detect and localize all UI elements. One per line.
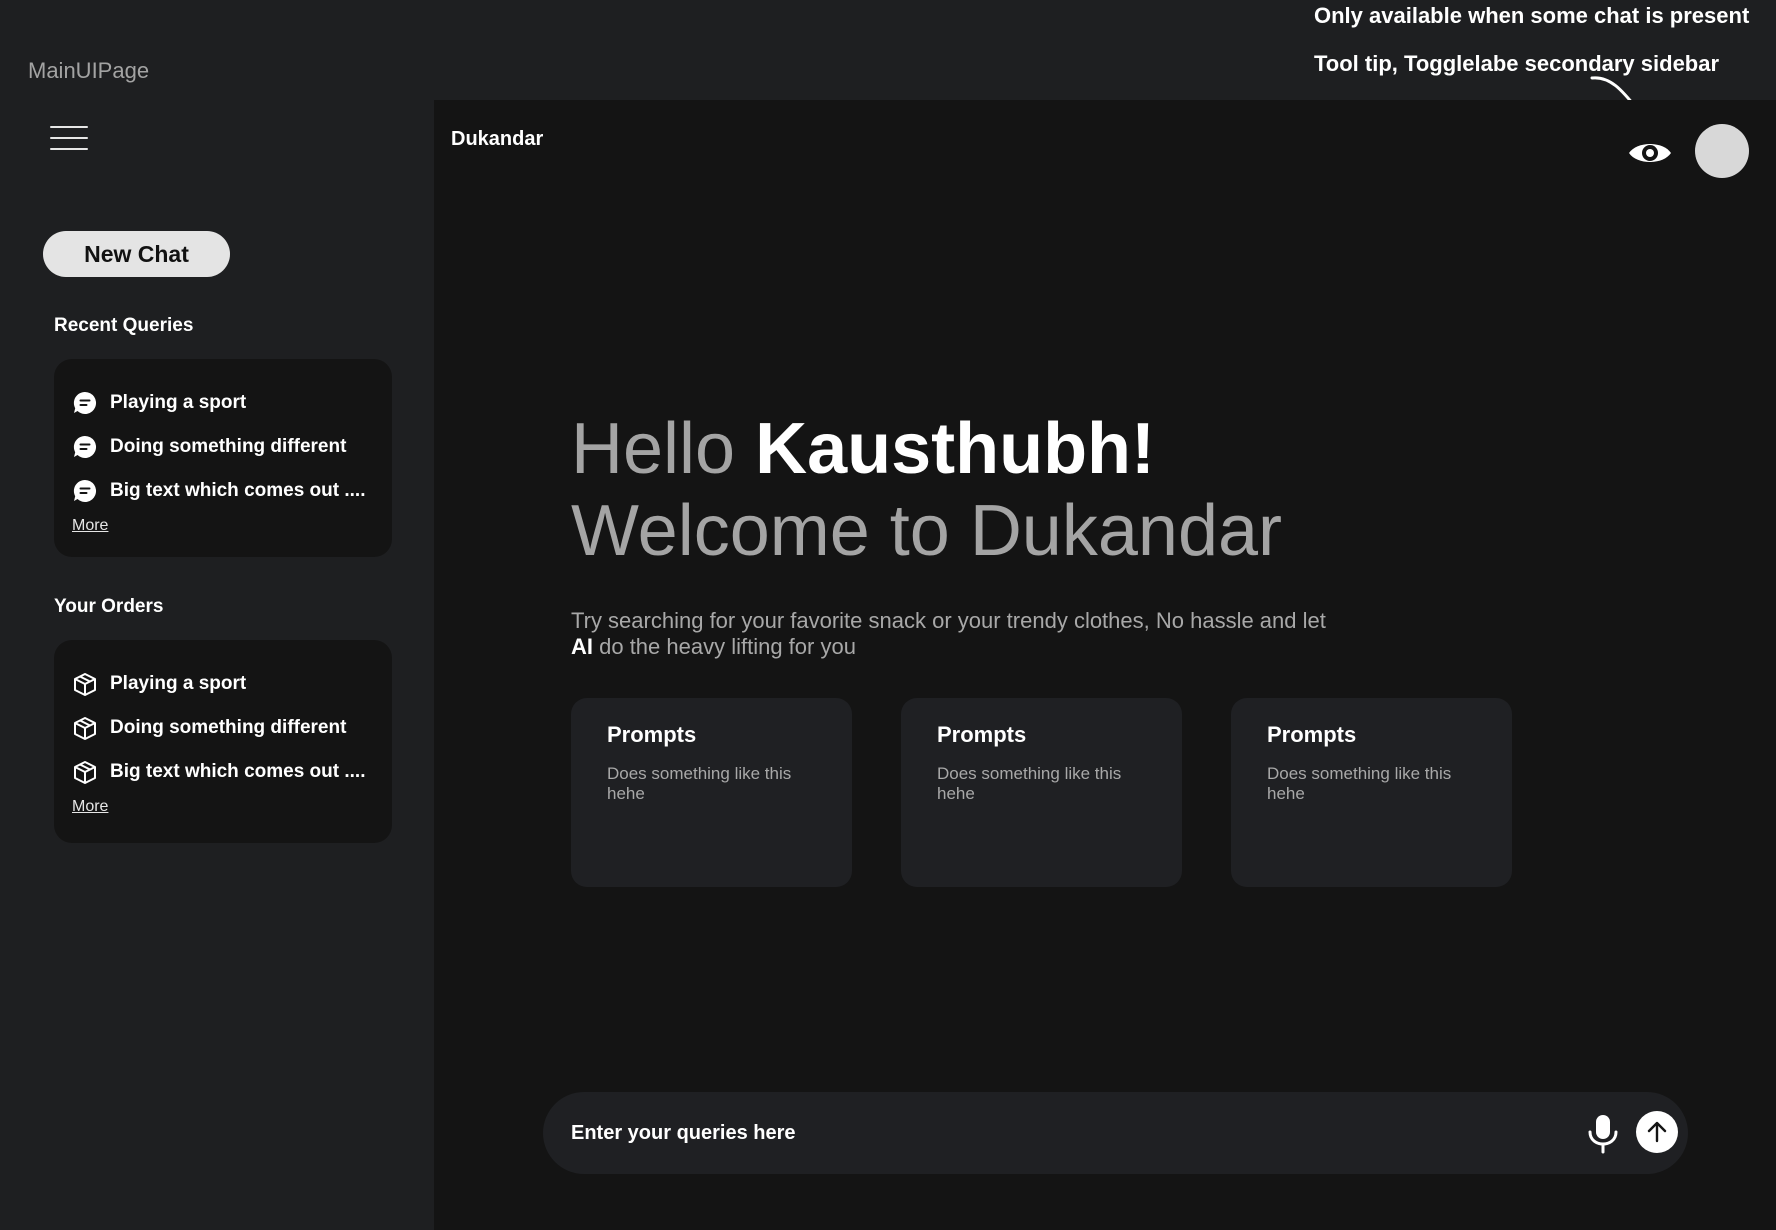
chat-bubble-icon <box>73 479 97 502</box>
recent-queries-title: Recent Queries <box>54 315 194 336</box>
recent-query-item[interactable]: Playing a sport <box>72 381 374 425</box>
recent-query-item[interactable]: Doing something different <box>72 425 374 469</box>
prompt-card[interactable]: Prompts Does something like this hehe <box>571 698 852 887</box>
sidebar: New Chat Recent Queries Playing a sport … <box>0 100 434 1230</box>
eye-icon[interactable] <box>1627 130 1673 176</box>
send-button[interactable] <box>1636 1111 1678 1153</box>
availability-annotation: Only available when some chat is present <box>1314 3 1750 28</box>
hero-greeting: Hello Kausthubh! Welcome to Dukandar <box>571 408 1282 572</box>
new-chat-button[interactable]: New Chat <box>43 231 230 277</box>
prompt-title: Prompts <box>1267 722 1357 747</box>
order-item[interactable]: Big text which comes out .... <box>72 750 374 794</box>
recent-queries-list: Playing a sport Doing something differen… <box>54 359 392 557</box>
hamburger-menu-icon[interactable] <box>50 126 88 150</box>
order-item[interactable]: Doing something different <box>72 706 374 750</box>
subtitle-part-2: do the heavy lifting for you <box>593 634 856 659</box>
package-box-icon <box>74 673 96 696</box>
chat-bubble-icon <box>73 391 97 414</box>
package-box-icon <box>74 717 96 740</box>
hello-prefix: Hello <box>571 409 756 489</box>
subtitle-ai: AI <box>571 634 593 659</box>
order-item[interactable]: Playing a sport <box>72 662 374 706</box>
prompt-description: Does something like this hehe <box>1267 764 1452 803</box>
brand-title: Dukandar <box>451 128 544 150</box>
prompt-title: Prompts <box>937 722 1027 747</box>
arrow-up-icon <box>1647 1121 1667 1143</box>
prompt-description: Does something like this hehe <box>607 764 792 803</box>
avatar[interactable] <box>1695 124 1749 178</box>
main-panel: Dukandar Hello Kausthubh! Welcome to Duk… <box>434 100 1776 1230</box>
prompt-card[interactable]: Prompts Does something like this hehe <box>1231 698 1512 887</box>
order-item-label: Playing a sport <box>110 673 247 694</box>
orders-more-link[interactable]: More <box>72 798 108 816</box>
recent-query-label: Playing a sport <box>110 392 247 413</box>
prompt-title: Prompts <box>607 722 697 747</box>
query-bar <box>543 1092 1688 1174</box>
order-item-label: Big text which comes out .... <box>110 761 366 782</box>
hero-subtitle: Try searching for your favorite snack or… <box>571 608 1331 660</box>
your-orders-list: Playing a sport Doing something differen… <box>54 640 392 843</box>
recent-query-label: Doing something different <box>110 436 347 457</box>
package-box-icon <box>74 761 96 784</box>
chat-bubble-icon <box>73 435 97 458</box>
frame-label: MainUIPage <box>28 58 150 83</box>
user-name: Kausthubh! <box>755 409 1156 489</box>
tooltip-annotation: Tool tip, Togglelabe secondary sidebar <box>1314 51 1720 76</box>
app-frame: MainUIPage Only available when some chat… <box>0 0 1776 1230</box>
recent-more-link[interactable]: More <box>72 517 108 535</box>
recent-query-label: Big text which comes out .... <box>110 480 366 501</box>
hello-line: Hello Kausthubh! <box>571 408 1282 490</box>
query-input[interactable] <box>571 1114 1471 1152</box>
microphone-icon[interactable] <box>1583 1112 1623 1154</box>
welcome-line: Welcome to Dukandar <box>571 491 1282 571</box>
prompt-description: Does something like this hehe <box>937 764 1122 803</box>
subtitle-part-1: Try searching for your favorite snack or… <box>571 608 1326 633</box>
recent-query-item[interactable]: Big text which comes out .... <box>72 469 374 513</box>
order-item-label: Doing something different <box>110 717 347 738</box>
prompt-card[interactable]: Prompts Does something like this hehe <box>901 698 1182 887</box>
your-orders-title: Your Orders <box>54 596 164 617</box>
